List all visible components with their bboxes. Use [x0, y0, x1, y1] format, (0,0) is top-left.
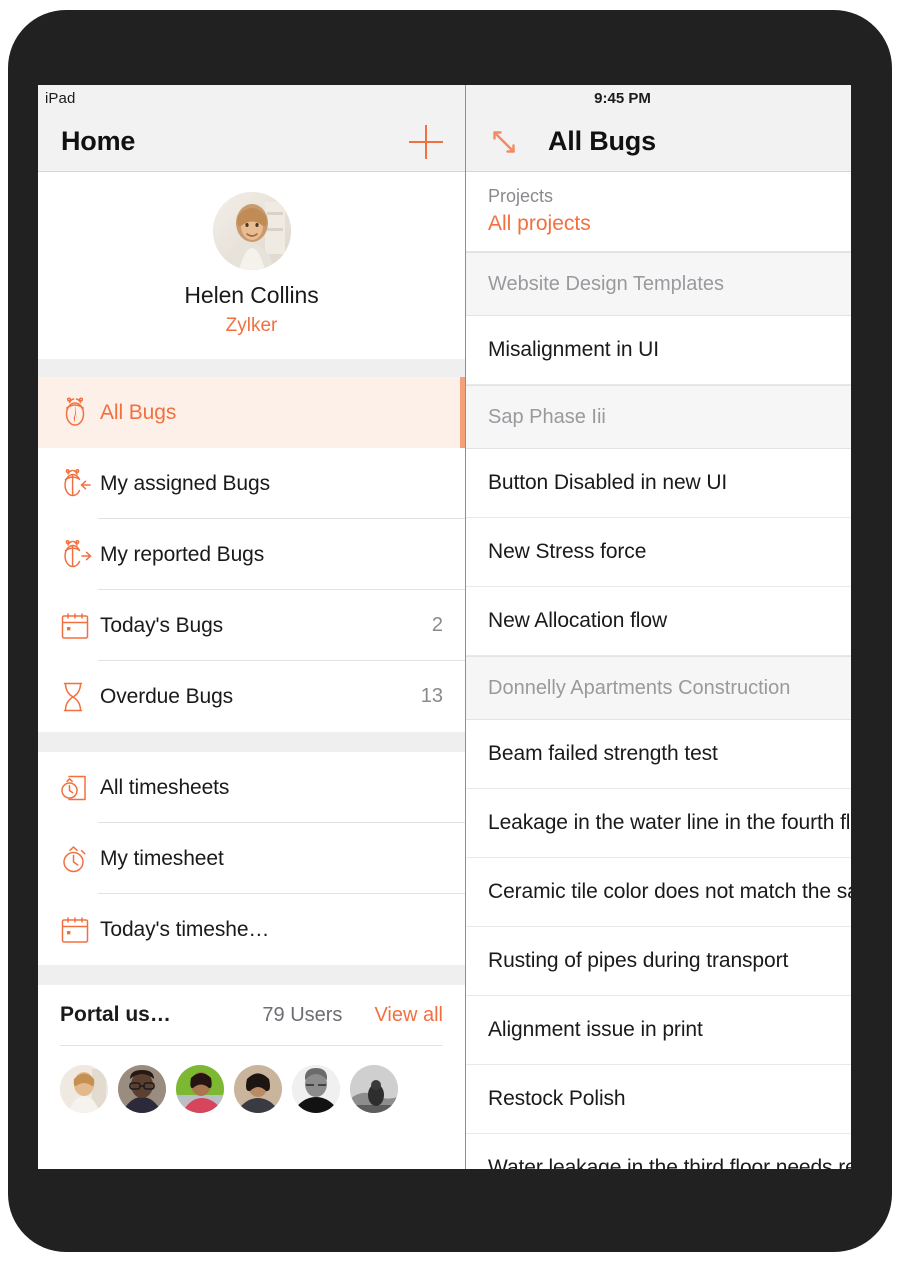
- sidebar-item-all-bugs[interactable]: All Bugs: [38, 377, 465, 448]
- hourglass-icon: [60, 682, 100, 712]
- sidebar-item-count: 2: [431, 614, 443, 636]
- sidebar-item-label: Overdue Bugs: [100, 684, 234, 708]
- sidebar-item-label: All Bugs: [100, 400, 177, 424]
- list-item[interactable]: Restock Polish: [466, 1065, 851, 1134]
- list-item[interactable]: Water leakage in the third floor needs r…: [466, 1134, 851, 1169]
- profile-card: Helen Collins Zylker: [38, 172, 465, 359]
- projects-filter[interactable]: Projects All projects: [466, 172, 851, 252]
- list-item[interactable]: New Allocation flow: [466, 587, 851, 656]
- sidebar-item-label: My timesheet: [100, 846, 224, 870]
- left-sidebar-panel: iPad Home Helen Collins Zylker All Bugs …: [38, 85, 466, 1169]
- list-item[interactable]: Ceramic tile color does not match the sa…: [466, 858, 851, 927]
- section-gap: [38, 359, 465, 377]
- device-screen: iPad Home Helen Collins Zylker All Bugs …: [38, 85, 851, 1169]
- avatar[interactable]: [118, 1065, 166, 1113]
- sidebar-item-todays-timesheet[interactable]: Today's timeshe…: [38, 894, 465, 965]
- avatar[interactable]: [60, 1065, 108, 1113]
- avatar[interactable]: [292, 1065, 340, 1113]
- bug-reported-icon: [60, 539, 100, 570]
- device-label: iPad: [45, 90, 76, 107]
- sidebar-item-label: My assigned Bugs: [100, 471, 270, 495]
- projects-filter-value: All projects: [488, 212, 591, 235]
- sidebar-item-label: My reported Bugs: [100, 542, 265, 566]
- portal-users-avatar-list: [60, 1046, 443, 1113]
- section-gap: [38, 965, 465, 985]
- avatar[interactable]: [234, 1065, 282, 1113]
- sidebar-item-my-reported-bugs[interactable]: My reported Bugs: [38, 519, 465, 590]
- sidebar-item-all-timesheets[interactable]: All timesheets: [38, 752, 465, 823]
- screenshot-stage: iPad Home Helen Collins Zylker All Bugs …: [0, 0, 900, 1262]
- profile-org: Zylker: [225, 315, 278, 336]
- sidebar-item-label: All timesheets: [100, 775, 230, 799]
- list-item[interactable]: Alignment issue in print: [466, 996, 851, 1065]
- user-avatar-image: [212, 192, 291, 270]
- portal-users-title: Portal us…: [60, 1003, 171, 1026]
- stopwatch-icon: [60, 844, 100, 874]
- sidebar-item-my-timesheet[interactable]: My timesheet: [38, 823, 465, 894]
- sidebar-item-label: Today's timeshe…: [100, 917, 270, 941]
- portal-users-section: Portal us… 79 Users View all: [38, 985, 465, 1113]
- sidebar-item-overdue-bugs[interactable]: Overdue Bugs 13: [38, 661, 465, 732]
- calendar-icon: [60, 916, 100, 944]
- bug-assigned-icon: [60, 468, 100, 499]
- sidebar-item-label: Today's Bugs: [100, 613, 224, 637]
- right-status-bar: 9:45 PM: [466, 85, 851, 112]
- panel-title: All Bugs: [548, 126, 656, 156]
- selection-indicator: [460, 377, 465, 448]
- list-item[interactable]: New Stress force: [466, 518, 851, 587]
- right-content-panel: 9:45 PM All Bugs Projects All projects W…: [466, 85, 851, 1169]
- right-nav-bar: All Bugs: [466, 112, 851, 172]
- projects-filter-label: Projects: [488, 186, 554, 206]
- list-group-header: Website Design Templates: [466, 252, 851, 316]
- avatar[interactable]: [176, 1065, 224, 1113]
- list-item[interactable]: Rusting of pipes during transport: [466, 927, 851, 996]
- bugs-menu-group: All Bugs My assigned Bugs My reported Bu…: [38, 377, 465, 732]
- avatar[interactable]: [350, 1065, 398, 1113]
- calendar-icon: [60, 612, 100, 640]
- sidebar-item-todays-bugs[interactable]: Today's Bugs 2: [38, 590, 465, 661]
- list-group-header: Donnelly Apartments Construction: [466, 656, 851, 720]
- expand-arrows-icon[interactable]: [488, 126, 520, 158]
- sidebar-item-count: 13: [420, 685, 443, 707]
- view-all-link[interactable]: View all: [374, 1004, 443, 1027]
- sidebar-item-my-assigned-bugs[interactable]: My assigned Bugs: [38, 448, 465, 519]
- row-divider: [98, 964, 465, 965]
- status-bar-time: 9:45 PM: [594, 90, 651, 107]
- row-divider: [98, 731, 465, 732]
- list-item[interactable]: Misalignment in UI: [466, 316, 851, 385]
- plus-icon[interactable]: [409, 124, 443, 159]
- page-title: Home: [61, 126, 136, 156]
- list-item[interactable]: Beam failed strength test: [466, 720, 851, 789]
- section-gap: [38, 732, 465, 752]
- ladybug-icon: [60, 397, 100, 428]
- timesheet-doc-icon: [60, 773, 100, 803]
- left-nav-bar: Home: [38, 112, 465, 172]
- portal-users-header: Portal us… 79 Users View all: [60, 985, 443, 1045]
- timesheets-menu-group: All timesheets My timesheet Today's time…: [38, 752, 465, 965]
- left-status-bar: iPad: [38, 85, 465, 112]
- portal-users-count: 79 Users: [262, 1003, 343, 1026]
- avatar: [212, 192, 291, 270]
- list-item[interactable]: Button Disabled in new UI: [466, 449, 851, 518]
- profile-name: Helen Collins: [184, 282, 319, 308]
- list-item[interactable]: Leakage in the water line in the fourth …: [466, 789, 851, 858]
- bug-list: Website Design Templates Misalignment in…: [466, 252, 851, 1169]
- list-group-header: Sap Phase Iii: [466, 385, 851, 449]
